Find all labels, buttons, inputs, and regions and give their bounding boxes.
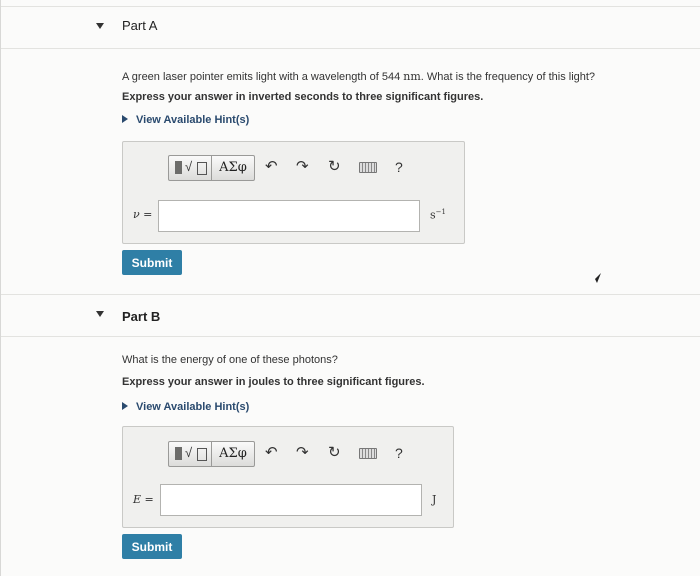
part-a-title: Part A: [122, 18, 158, 33]
part-a-header[interactable]: Part A: [1, 8, 700, 48]
part-b-submit-button[interactable]: Submit: [122, 534, 182, 559]
part-a-divider: [1, 48, 700, 49]
part-a-answer-input[interactable]: [158, 200, 420, 232]
mouse-cursor-icon: [591, 273, 601, 283]
toolbar-template-group: √ ΑΣφ: [168, 155, 255, 181]
question-panel: Part A A green laser pointer emits light…: [0, 0, 700, 576]
top-divider: [1, 6, 700, 7]
part-b-header[interactable]: Part B: [1, 296, 700, 336]
part-b-math-toolbar: √ ΑΣφ ↶ ↷ ↻ ?: [168, 441, 448, 467]
undo-icon[interactable]: ↶: [265, 441, 278, 465]
keyboard-icon[interactable]: [359, 448, 377, 459]
expand-triangle-icon: [122, 115, 128, 124]
templates-button[interactable]: √: [169, 156, 212, 180]
part-b-instruction: Express your answer in joules to three s…: [122, 376, 425, 388]
fraction-icon: [175, 447, 182, 460]
part-a-submit-button[interactable]: Submit: [122, 250, 182, 275]
part-b-question: What is the energy of one of these photo…: [122, 354, 338, 366]
collapse-caret-icon[interactable]: [96, 311, 104, 317]
part-a-variable-label: ν =: [133, 208, 153, 221]
collapse-caret-icon[interactable]: [96, 23, 104, 29]
part-b-title: Part B: [122, 309, 161, 324]
redo-icon[interactable]: ↷: [296, 441, 309, 465]
help-button[interactable]: ?: [395, 441, 403, 465]
radical-icon: √: [185, 159, 193, 174]
box-icon: [197, 448, 207, 461]
part-b-variable-label: E =: [133, 493, 154, 506]
redo-icon[interactable]: ↷: [296, 155, 309, 179]
help-button[interactable]: ?: [395, 155, 403, 179]
toolbar-template-group: √ ΑΣφ: [168, 441, 255, 467]
part-a-unit: s−1: [430, 208, 446, 222]
undo-icon[interactable]: ↶: [265, 155, 278, 179]
radical-icon: √: [185, 445, 193, 460]
part-a-math-toolbar: √ ΑΣφ ↶ ↷ ↻ ?: [168, 155, 448, 181]
fraction-icon: [175, 161, 182, 174]
templates-button[interactable]: √: [169, 442, 212, 466]
part-a-instruction: Express your answer in inverted seconds …: [122, 91, 484, 103]
reset-icon[interactable]: ↻: [328, 155, 341, 179]
expand-triangle-icon: [122, 402, 128, 411]
part-b-answer-box: √ ΑΣφ ↶ ↷ ↻ ? E = J: [122, 426, 454, 528]
greek-symbols-button[interactable]: ΑΣφ: [212, 156, 254, 180]
greek-symbols-button[interactable]: ΑΣφ: [212, 442, 254, 466]
keyboard-icon[interactable]: [359, 162, 377, 173]
part-b-answer-input[interactable]: [160, 484, 422, 516]
part-b-unit: J: [432, 493, 437, 506]
part-b-divider: [1, 336, 700, 337]
part-a-hint-toggle[interactable]: View Available Hint(s): [122, 114, 249, 126]
box-icon: [197, 162, 207, 175]
part-a-answer-box: √ ΑΣφ ↶ ↷ ↻ ? ν = s−1: [122, 141, 465, 244]
part-b-top-divider: [1, 294, 700, 295]
part-a-question: A green laser pointer emits light with a…: [122, 70, 596, 83]
reset-icon[interactable]: ↻: [328, 441, 341, 465]
part-b-hint-toggle[interactable]: View Available Hint(s): [122, 401, 249, 413]
